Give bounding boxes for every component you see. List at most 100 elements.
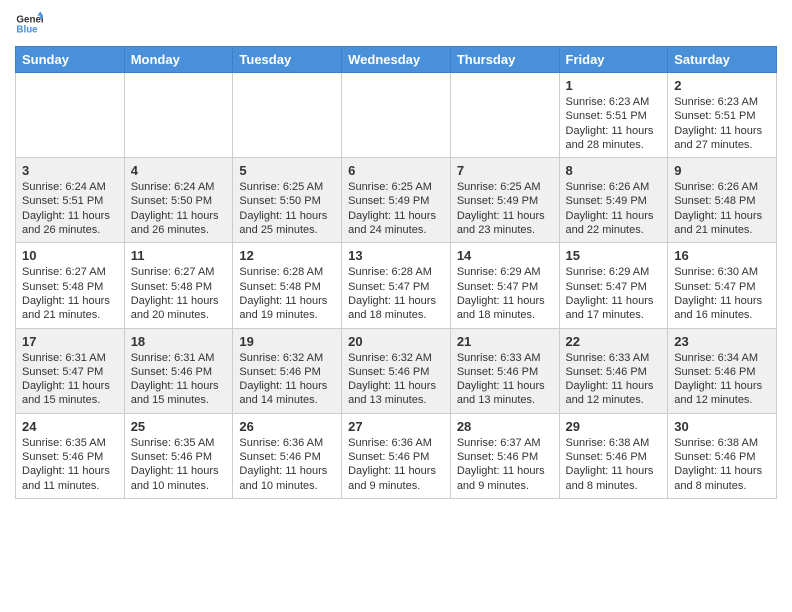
day-info-line: Sunrise: 6:25 AM bbox=[457, 180, 553, 194]
calendar-day-cell: 30Sunrise: 6:38 AMSunset: 5:46 PMDayligh… bbox=[668, 413, 777, 498]
day-info-line: Sunrise: 6:36 AM bbox=[348, 436, 444, 450]
day-info-line: Sunrise: 6:33 AM bbox=[457, 351, 553, 365]
day-info-line: Daylight: 11 hours and 20 minutes. bbox=[131, 294, 227, 323]
calendar-day-cell: 12 Sunrise: 6:28 AMSunset: 5:48 PMDayligh… bbox=[233, 243, 342, 328]
day-info-line: Daylight: 11 hours and 25 minutes. bbox=[239, 209, 335, 238]
day-info-line: Sunset: 5:46 PM bbox=[674, 365, 770, 379]
day-info-line: Daylight: 11 hours and 13 minutes. bbox=[348, 379, 444, 408]
day-number: 12 bbox=[239, 248, 335, 263]
calendar-day-cell: 18Sunrise: 6:31 AMSunset: 5:46 PMDayligh… bbox=[124, 328, 233, 413]
calendar-header-row: SundayMondayTuesdayWednesdayThursdayFrid… bbox=[16, 47, 777, 73]
calendar-day-cell: 13Sunrise: 6:28 AMSunset: 5:47 PMDayligh… bbox=[342, 243, 451, 328]
day-info-line: Daylight: 11 hours and 28 minutes. bbox=[566, 124, 662, 153]
day-info-line: Daylight: 11 hours and 21 minutes. bbox=[674, 209, 770, 238]
calendar-day-cell: 4Sunrise: 6:24 AMSunset: 5:50 PMDaylight… bbox=[124, 158, 233, 243]
day-number: 2 bbox=[674, 78, 770, 93]
day-info-line: Sunset: 5:47 PM bbox=[457, 280, 553, 294]
day-info-line: Sunrise: 6:32 AM bbox=[348, 351, 444, 365]
calendar-day-cell bbox=[342, 73, 451, 158]
day-info-line: Sunset: 5:46 PM bbox=[348, 450, 444, 464]
day-info-line: Daylight: 11 hours and 10 minutes. bbox=[239, 464, 335, 493]
calendar-day-cell bbox=[124, 73, 233, 158]
day-info-line: Sunrise: 6:26 AM bbox=[566, 180, 662, 194]
day-info-line: Daylight: 11 hours and 22 minutes. bbox=[566, 209, 662, 238]
day-info-line: Sunset: 5:51 PM bbox=[566, 109, 662, 123]
day-info-line: Sunset: 5:49 PM bbox=[348, 194, 444, 208]
day-info-line: Sunset: 5:46 PM bbox=[131, 365, 227, 379]
day-info-line: Sunset: 5:48 PM bbox=[131, 280, 227, 294]
day-info-line: Sunrise: 6:32 AM bbox=[239, 351, 335, 365]
day-number: 27 bbox=[348, 419, 444, 434]
weekday-header: Sunday bbox=[16, 47, 125, 73]
day-info-line: Daylight: 11 hours and 11 minutes. bbox=[22, 464, 118, 493]
logo: General Blue bbox=[15, 10, 43, 38]
day-number: 4 bbox=[131, 163, 227, 178]
calendar-day-cell: 27Sunrise: 6:36 AMSunset: 5:46 PMDayligh… bbox=[342, 413, 451, 498]
day-number: 9 bbox=[674, 163, 770, 178]
day-info-line: Sunset: 5:49 PM bbox=[457, 194, 553, 208]
day-info-line: Daylight: 11 hours and 19 minutes. bbox=[239, 294, 335, 323]
weekday-header: Tuesday bbox=[233, 47, 342, 73]
calendar-day-cell: 15Sunrise: 6:29 AMSunset: 5:47 PMDayligh… bbox=[559, 243, 668, 328]
day-info-line: Sunrise: 6:37 AM bbox=[457, 436, 553, 450]
day-number: 11 bbox=[131, 248, 227, 263]
calendar-day-cell: 20Sunrise: 6:32 AMSunset: 5:46 PMDayligh… bbox=[342, 328, 451, 413]
calendar-week-row: 3Sunrise: 6:24 AMSunset: 5:51 PMDaylight… bbox=[16, 158, 777, 243]
calendar-week-row: 24Sunrise: 6:35 AMSunset: 5:46 PMDayligh… bbox=[16, 413, 777, 498]
day-info-line: Daylight: 11 hours and 15 minutes. bbox=[22, 379, 118, 408]
day-info-line: Sunrise: 6:23 AM bbox=[566, 95, 662, 109]
day-info-line: Daylight: 11 hours and 26 minutes. bbox=[131, 209, 227, 238]
day-info-line: Daylight: 11 hours and 9 minutes. bbox=[457, 464, 553, 493]
day-info-line: Daylight: 11 hours and 10 minutes. bbox=[131, 464, 227, 493]
day-info-line: Sunrise: 6:36 AM bbox=[239, 436, 335, 450]
day-info-line: Sunset: 5:50 PM bbox=[239, 194, 335, 208]
weekday-header: Saturday bbox=[668, 47, 777, 73]
day-number: 7 bbox=[457, 163, 553, 178]
day-info-line: Sunset: 5:47 PM bbox=[674, 280, 770, 294]
day-info-line: Sunset: 5:48 PM bbox=[239, 280, 335, 294]
calendar-day-cell: 14Sunrise: 6:29 AMSunset: 5:47 PMDayligh… bbox=[450, 243, 559, 328]
day-info-line: Daylight: 11 hours and 8 minutes. bbox=[566, 464, 662, 493]
day-info-line: Sunrise: 6:31 AM bbox=[22, 351, 118, 365]
day-number: 3 bbox=[22, 163, 118, 178]
day-info-line: Sunrise: 6:25 AM bbox=[239, 180, 335, 194]
day-info-line: Daylight: 11 hours and 23 minutes. bbox=[457, 209, 553, 238]
day-number: 1 bbox=[566, 78, 662, 93]
day-number: 8 bbox=[566, 163, 662, 178]
calendar-day-cell: 25Sunrise: 6:35 AMSunset: 5:46 PMDayligh… bbox=[124, 413, 233, 498]
calendar-day-cell: 11Sunrise: 6:27 AMSunset: 5:48 PMDayligh… bbox=[124, 243, 233, 328]
day-info-line: Sunrise: 6:33 AM bbox=[566, 351, 662, 365]
calendar-day-cell: 3Sunrise: 6:24 AMSunset: 5:51 PMDaylight… bbox=[16, 158, 125, 243]
day-number: 18 bbox=[131, 334, 227, 349]
day-info-line: Daylight: 11 hours and 8 minutes. bbox=[674, 464, 770, 493]
logo-icon: General Blue bbox=[15, 10, 43, 38]
calendar-day-cell bbox=[450, 73, 559, 158]
day-info-line: Daylight: 11 hours and 15 minutes. bbox=[131, 379, 227, 408]
day-info-line: Sunset: 5:46 PM bbox=[239, 365, 335, 379]
day-info-line: Daylight: 11 hours and 12 minutes. bbox=[674, 379, 770, 408]
calendar-week-row: 17Sunrise: 6:31 AMSunset: 5:47 PMDayligh… bbox=[16, 328, 777, 413]
day-info-line: Sunrise: 6:34 AM bbox=[674, 351, 770, 365]
calendar-day-cell: 17Sunrise: 6:31 AMSunset: 5:47 PMDayligh… bbox=[16, 328, 125, 413]
day-number: 30 bbox=[674, 419, 770, 434]
calendar-day-cell: 6Sunrise: 6:25 AMSunset: 5:49 PMDaylight… bbox=[342, 158, 451, 243]
weekday-header: Monday bbox=[124, 47, 233, 73]
calendar-day-cell bbox=[233, 73, 342, 158]
day-info-line: Daylight: 11 hours and 18 minutes. bbox=[457, 294, 553, 323]
calendar-day-cell: 9Sunrise: 6:26 AMSunset: 5:48 PMDaylight… bbox=[668, 158, 777, 243]
day-number: 20 bbox=[348, 334, 444, 349]
day-info-line: Daylight: 11 hours and 27 minutes. bbox=[674, 124, 770, 153]
day-info-line: Daylight: 11 hours and 26 minutes. bbox=[22, 209, 118, 238]
day-info-line: Sunrise: 6:24 AM bbox=[131, 180, 227, 194]
day-info-line: Sunrise: 6:27 AM bbox=[22, 265, 118, 279]
day-info-line: Sunrise: 6:38 AM bbox=[566, 436, 662, 450]
weekday-header: Thursday bbox=[450, 47, 559, 73]
day-info-line: Sunrise: 6:28 AM bbox=[239, 265, 335, 279]
day-number: 15 bbox=[566, 248, 662, 263]
calendar-week-row: 10Sunrise: 6:27 AMSunset: 5:48 PMDayligh… bbox=[16, 243, 777, 328]
calendar-day-cell: 8Sunrise: 6:26 AMSunset: 5:49 PMDaylight… bbox=[559, 158, 668, 243]
day-info-line: Sunset: 5:48 PM bbox=[674, 194, 770, 208]
day-number: 16 bbox=[674, 248, 770, 263]
day-info-line: Daylight: 11 hours and 21 minutes. bbox=[22, 294, 118, 323]
svg-text:Blue: Blue bbox=[16, 24, 38, 35]
